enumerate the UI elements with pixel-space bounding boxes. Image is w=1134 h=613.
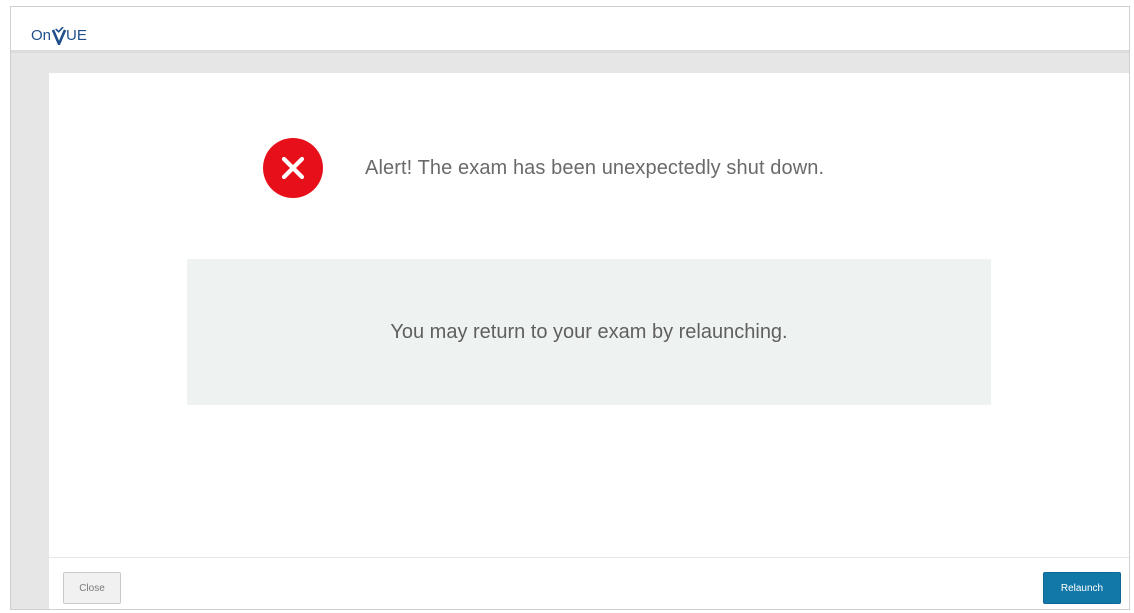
message-box: You may return to your exam by relaunchi… bbox=[187, 259, 991, 405]
error-x-icon bbox=[263, 138, 323, 198]
close-button[interactable]: Close bbox=[63, 572, 121, 604]
alert-row: Alert! The exam has been unexpectedly sh… bbox=[263, 137, 824, 199]
logo-text-prefix: On bbox=[31, 27, 52, 44]
relaunch-button[interactable]: Relaunch bbox=[1043, 572, 1121, 604]
footer-bar: Close Relaunch bbox=[49, 557, 1129, 609]
onvue-logo: On UE bbox=[31, 19, 87, 45]
logo-v-check-icon bbox=[52, 27, 67, 45]
close-x-glyph-icon bbox=[281, 156, 305, 180]
alert-title: Alert! The exam has been unexpectedly sh… bbox=[365, 156, 825, 179]
app-window: On UE Alert! The exam has been unexpecte… bbox=[10, 6, 1130, 610]
logo-text-suffix: UE bbox=[66, 27, 87, 44]
header-bar: On UE bbox=[11, 7, 1129, 53]
message-text: You may return to your exam by relaunchi… bbox=[390, 320, 788, 343]
alert-panel: Alert! The exam has been unexpectedly sh… bbox=[49, 73, 1129, 557]
